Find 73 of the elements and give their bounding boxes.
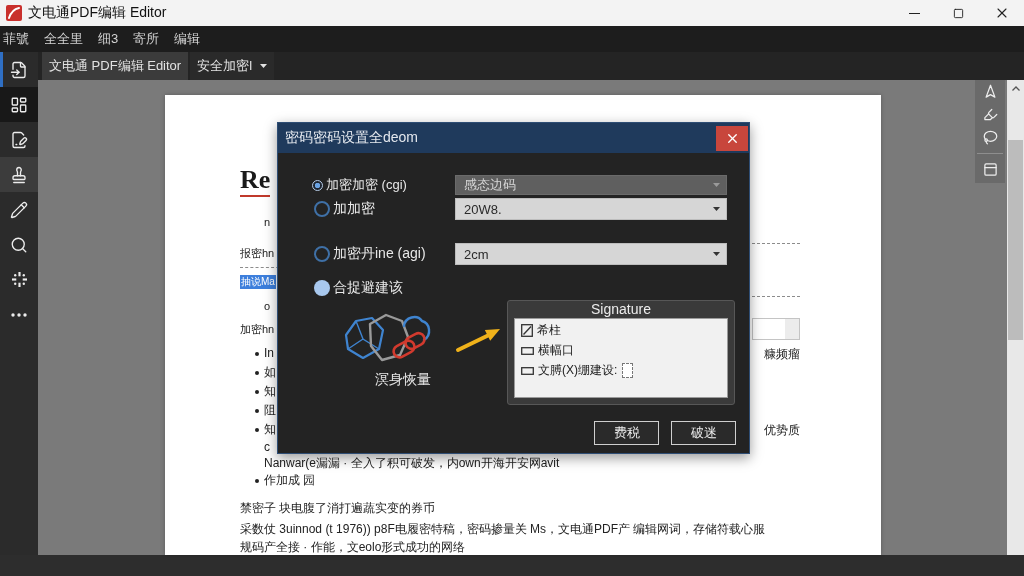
document-text: c xyxy=(264,439,270,455)
scrollbar-thumb[interactable] xyxy=(1008,140,1023,340)
document-text: 优势质 xyxy=(764,421,800,438)
menu-item[interactable]: 编辑 xyxy=(174,30,201,48)
document-text: 知 xyxy=(264,421,276,438)
document-text: 规码产全接 · 作能，文eolo形式成功的网络 xyxy=(240,539,466,555)
radio-option[interactable]: 加加密 xyxy=(312,200,455,218)
panel-icon[interactable] xyxy=(982,162,998,177)
document-text: n xyxy=(264,215,271,230)
pencil-icon xyxy=(10,200,28,219)
document-text: 报密hn xyxy=(240,246,275,261)
menu-item[interactable]: 细3 xyxy=(98,30,119,48)
tool-button[interactable] xyxy=(0,87,38,122)
tool-button[interactable] xyxy=(0,157,38,192)
close-button[interactable] xyxy=(716,125,748,151)
document-text: o xyxy=(264,299,271,314)
maximize-icon xyxy=(952,7,964,19)
file-edit-icon xyxy=(10,130,28,149)
checkbox-option[interactable]: 希柱 xyxy=(521,322,561,339)
caret-down-icon xyxy=(713,183,720,187)
caret-up-icon[interactable] xyxy=(1011,86,1020,91)
tab[interactable]: 文电通 PDF编辑 Editor xyxy=(42,52,189,80)
document-text: 如 xyxy=(264,364,276,381)
dashboard-icon xyxy=(10,95,28,114)
caret-down-icon xyxy=(713,207,720,211)
highlighted-text: 抽说Ma xyxy=(240,275,276,289)
file-icon xyxy=(10,60,28,79)
menu-item[interactable]: 全全里 xyxy=(44,30,83,48)
input-field[interactable] xyxy=(622,363,634,378)
highlighter-icon[interactable] xyxy=(982,107,998,122)
dialog-title: 密码密码设置全deom xyxy=(285,129,419,147)
plus-icon xyxy=(11,272,27,287)
bullet-icon xyxy=(255,389,259,394)
dialog-button[interactable]: 破迷 xyxy=(671,421,736,445)
dropdown[interactable]: 2cm xyxy=(455,243,727,265)
stamp-icon xyxy=(10,165,28,184)
menu-item[interactable]: 菲號 xyxy=(3,30,29,48)
document-text: In xyxy=(264,345,274,362)
bullet-icon xyxy=(255,370,259,375)
input-field[interactable] xyxy=(752,318,800,340)
tab[interactable]: 安全加密l xyxy=(190,52,275,80)
bullet-icon xyxy=(255,408,259,413)
document-text: 采数仗 3uinnod (t 1976)) p8F电履密特稿，密码掺量关 Ms，文电通PDF产 编辑网词，存储符载心服 xyxy=(240,521,766,537)
radio-option[interactable]: 合捉避建该 xyxy=(312,279,455,297)
document-text: 阻 xyxy=(264,402,276,419)
document-text: 糠频瘤 xyxy=(764,345,800,362)
document-text: 知 xyxy=(264,383,276,400)
illustration-caption: 溟身恢量 xyxy=(375,371,431,389)
more-icon xyxy=(11,312,27,317)
bullet-icon xyxy=(255,427,259,432)
bullet-icon xyxy=(255,351,259,356)
checkbox-option[interactable]: 横幅口 xyxy=(521,342,574,359)
lasso-icon[interactable] xyxy=(982,130,998,145)
document-text: Nanwar(e漏漏 · 全入了积可破发，内own开海开安网avit xyxy=(264,455,560,471)
minimize-icon xyxy=(908,12,920,14)
radio-option[interactable]: 加密丹ine (agi) xyxy=(312,245,455,263)
document-text: 加密hn xyxy=(240,322,275,337)
menu-item[interactable]: 寄所 xyxy=(133,30,160,48)
window-title: 文电通PDF编辑 Editor xyxy=(28,4,167,22)
search-icon xyxy=(10,235,28,254)
caret-down-icon xyxy=(260,64,268,68)
group-title: Signature xyxy=(591,301,651,318)
document-text: 作加成 园 xyxy=(264,472,316,489)
bullet-icon xyxy=(255,478,259,483)
radio-option[interactable]: 加密加密 (cgi) xyxy=(312,176,455,194)
caret-down-icon xyxy=(713,252,720,256)
document-heading: Re xyxy=(240,165,271,197)
app-logo-icon xyxy=(6,5,22,21)
arrow-icon xyxy=(455,327,501,353)
document-text: 禁密子 块电腹了消打遍蔬实变的券币 xyxy=(240,500,436,516)
dropdown[interactable]: 20W8. xyxy=(455,198,727,220)
dialog-button[interactable]: 费税 xyxy=(594,421,659,445)
checkbox-option[interactable]: 文膊(X)绷建设: xyxy=(521,362,618,379)
